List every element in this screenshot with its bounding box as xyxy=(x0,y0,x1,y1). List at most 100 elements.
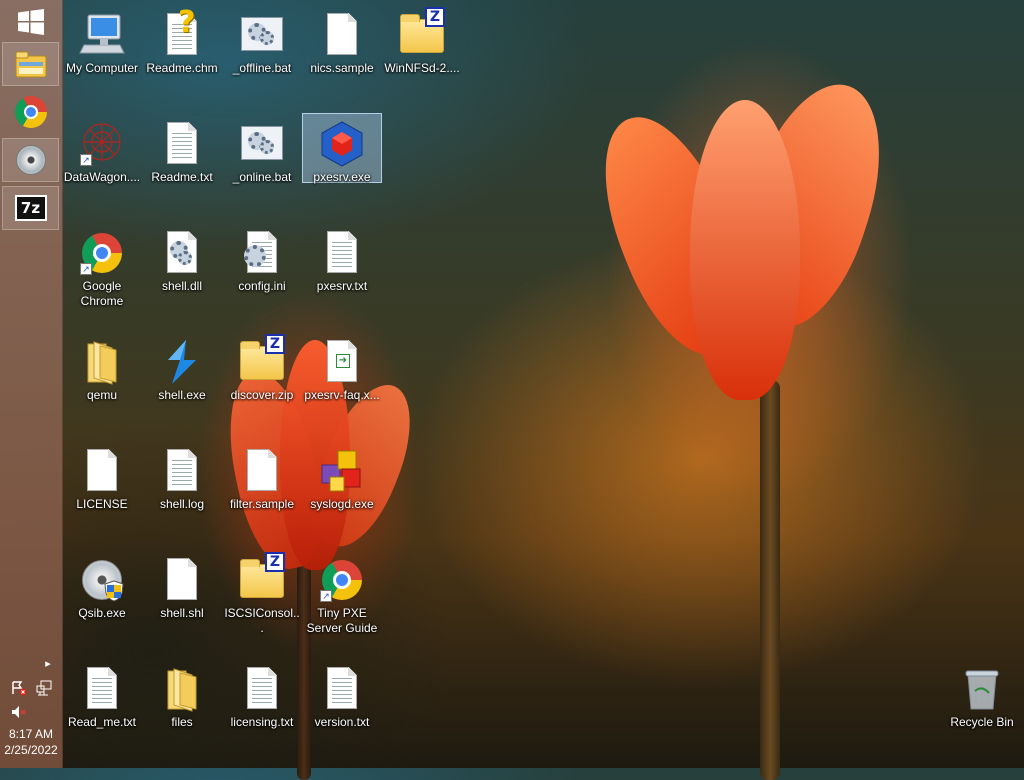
text-file-icon xyxy=(158,447,206,495)
desktop-icon-label: discover.zip xyxy=(230,388,294,402)
desktop-icon-licensing-txt[interactable]: licensing.txt xyxy=(222,658,302,764)
taskbar-7zip[interactable]: 7z xyxy=(2,186,59,230)
desktop-icon-pxesrv-faq-x[interactable]: ➜ pxesrv-faq.x... xyxy=(302,331,382,437)
text-file-icon xyxy=(78,665,126,713)
action-center-error-icon[interactable] xyxy=(11,680,27,696)
desktop-icon-label: pxesrv.exe xyxy=(313,170,371,184)
desktop-icon-shell-shl[interactable]: shell.shl xyxy=(142,549,222,655)
desktop-icon-offline-bat[interactable]: _offline.bat xyxy=(222,4,302,110)
chrome-icon: ↗ xyxy=(318,556,366,604)
cd-drive-icon xyxy=(15,145,46,175)
desktop-icon-label: Readme.txt xyxy=(151,170,213,184)
desktop-icon-nics-sample[interactable]: nics.sample xyxy=(302,4,382,110)
desktop-icon-tiny-pxe-server-guide[interactable]: ↗ Tiny PXE Server Guide xyxy=(302,549,382,655)
blank-file-icon xyxy=(78,447,126,495)
recycle-bin-icon xyxy=(958,665,1006,713)
desktop-icon-label: pxesrv-faq.x... xyxy=(304,388,380,402)
desktop-icon-read-me-txt[interactable]: Read_me.txt xyxy=(62,658,142,764)
desktop-icon-qemu[interactable]: qemu xyxy=(62,331,142,437)
desktop-icon-label: _offline.bat xyxy=(232,61,292,75)
desktop-icon-label: Qsib.exe xyxy=(78,606,126,620)
desktop-icon-label: nics.sample xyxy=(310,61,374,75)
desktop-icon-label: files xyxy=(171,715,193,729)
desktop-icon-shell-exe[interactable]: shell.exe xyxy=(142,331,222,437)
zip-folder-icon: Z xyxy=(238,334,286,386)
zip-folder-icon: Z xyxy=(238,552,286,604)
desktop-icon-label: Tiny PXE Server Guide xyxy=(306,606,378,635)
desktop-icon-label: shell.log xyxy=(159,497,205,511)
datawagon-icon: ↗ xyxy=(78,120,126,168)
desktop-icon-label: DataWagon.... xyxy=(63,170,141,184)
desktop-icon-online-bat[interactable]: _online.bat xyxy=(222,113,302,219)
chrome-icon: ↗ xyxy=(78,229,126,277)
desktop-icon-google-chrome[interactable]: ↗ Google Chrome xyxy=(62,222,142,328)
desktop-icon-label: pxesrv.txt xyxy=(316,279,368,293)
desktop-icon-pxesrv-exe[interactable]: pxesrv.exe xyxy=(302,113,382,184)
desktop-icon-winnfsd-2[interactable]: Z WinNFSd-2.... xyxy=(382,4,462,110)
desktop-icon-discover-zip[interactable]: Zdiscover.zip xyxy=(222,331,302,437)
blank-file-icon xyxy=(238,447,286,495)
pxesrv-app-icon xyxy=(318,120,366,168)
help-file-icon: ? xyxy=(158,5,206,59)
desktop-icon-label: Read_me.txt xyxy=(67,715,137,729)
desktop-icon-datawagon[interactable]: ↗ DataWagon.... xyxy=(62,113,142,219)
desktop-icon-readme-txt[interactable]: Readme.txt xyxy=(142,113,222,219)
taskbar-cd-drive[interactable] xyxy=(2,138,59,182)
text-file-icon xyxy=(318,229,366,277)
desktop-icon-label: shell.exe xyxy=(158,388,206,402)
volume-muted-icon[interactable] xyxy=(11,704,27,720)
clock-date[interactable]: 2/25/2022 xyxy=(0,743,62,758)
chevron-right-icon[interactable]: ▸ xyxy=(40,655,56,671)
desktop-icon-recycle-bin[interactable]: Recycle Bin xyxy=(942,658,1022,764)
config-file-icon xyxy=(238,229,286,277)
blank-file-icon xyxy=(318,11,366,59)
desktop-icon-filter-sample[interactable]: filter.sample xyxy=(222,440,302,546)
desktop-icon-syslogd-exe[interactable]: syslogd.exe xyxy=(302,440,382,546)
desktop-icon-label: _online.bat xyxy=(232,170,292,184)
desktop-icon-label: My Computer xyxy=(65,61,139,75)
desktop-icon-shell-dll[interactable]: shell.dll xyxy=(142,222,222,328)
desktop-icon-label: shell.shl xyxy=(160,606,204,620)
desktop-icon-qsib-exe[interactable]: Qsib.exe xyxy=(62,549,142,655)
desktop-icon-my-computer[interactable]: My Computer xyxy=(62,4,142,110)
desktop-icon-version-txt[interactable]: version.txt xyxy=(302,658,382,764)
wallpaper-tulip-large xyxy=(577,67,906,780)
computer-icon xyxy=(78,11,126,59)
desktop-icon-pxesrv-txt[interactable]: pxesrv.txt xyxy=(302,222,382,328)
desktop-icon-files[interactable]: files xyxy=(142,658,222,764)
start-button[interactable] xyxy=(2,0,59,44)
desktop-icon-label: Recycle Bin xyxy=(950,715,1014,729)
taskbar-chrome[interactable] xyxy=(2,90,59,134)
desktop-icon-iscsiconsol[interactable]: Z ISCSIConsol... xyxy=(222,549,302,655)
clock-time[interactable]: 8:17 AM xyxy=(0,727,62,742)
text-file-icon xyxy=(158,120,206,168)
xml-document-icon: ➜ xyxy=(318,338,366,386)
desktop-icon-label: shell.dll xyxy=(161,279,203,293)
network-icon[interactable] xyxy=(36,680,52,696)
text-file-icon xyxy=(238,665,286,713)
syslogd-app-icon xyxy=(318,447,366,495)
batch-file-icon xyxy=(238,11,286,59)
text-file-icon xyxy=(318,665,366,713)
desktop-icon-license[interactable]: LICENSE xyxy=(62,440,142,546)
taskbar-file-explorer[interactable] xyxy=(2,42,59,86)
desktop-icon-readme-chm[interactable]: ? Readme.chm xyxy=(142,4,222,110)
shell-app-icon xyxy=(158,338,206,386)
desktop-icon-label: filter.sample xyxy=(229,497,295,511)
folder-icon xyxy=(78,338,126,386)
zip-folder-icon: Z xyxy=(398,7,446,59)
7zip-icon: 7z xyxy=(14,195,47,221)
desktop-icon-label: syslogd.exe xyxy=(310,497,374,511)
desktop-icon-label: config.ini xyxy=(238,279,286,293)
file-explorer-icon xyxy=(15,51,46,78)
folder-icon xyxy=(158,665,206,713)
desktop-icon-label: WinNFSd-2.... xyxy=(384,61,460,75)
desktop-icon-shell-log[interactable]: shell.log xyxy=(142,440,222,546)
chrome-icon xyxy=(14,96,47,128)
dll-file-icon xyxy=(158,229,206,277)
desktop-icon-config-ini[interactable]: config.ini xyxy=(222,222,302,328)
desktop-icon-label: qemu xyxy=(86,388,118,402)
desktop-icon-label: licensing.txt xyxy=(230,715,294,729)
desktop-icon-label: Readme.chm xyxy=(146,61,218,75)
blank-file-icon xyxy=(158,556,206,604)
